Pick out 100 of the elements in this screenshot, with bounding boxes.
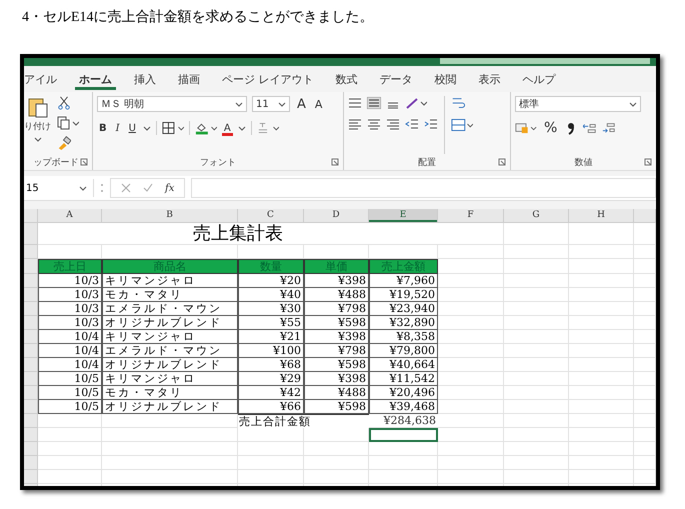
caret-icon[interactable] <box>142 124 151 132</box>
percent-button[interactable]: % <box>542 120 560 136</box>
table-cell: ¥100 <box>238 344 304 358</box>
grid-cell <box>504 372 569 386</box>
column-header[interactable]: F <box>438 209 504 223</box>
table-header-cell: 数量 <box>238 259 304 274</box>
ribbon-tab[interactable]: ページ レイアウト <box>211 68 324 90</box>
ribbon-tab[interactable]: 描画 <box>167 68 211 90</box>
ribbon-tab[interactable]: データ <box>368 68 424 90</box>
table-cell: ¥598 <box>304 400 369 414</box>
table-header-cell: 売上日 <box>38 259 102 274</box>
table-cell: キリマンジャロ <box>102 330 238 344</box>
caret-icon[interactable] <box>629 100 637 108</box>
fill-color-icon[interactable] <box>194 121 217 135</box>
checkmark-icon[interactable] <box>143 183 153 193</box>
table-cell: ¥21 <box>238 330 304 344</box>
italic-button[interactable]: I <box>114 120 122 136</box>
increase-decimal-icon[interactable] <box>583 121 598 135</box>
font-color-button[interactable]: A <box>222 120 233 136</box>
caret-icon[interactable] <box>235 100 243 108</box>
caret-icon[interactable] <box>34 135 42 143</box>
column-header[interactable]: D <box>304 209 369 223</box>
underline-button[interactable]: U <box>126 120 138 136</box>
caret-icon[interactable] <box>79 184 87 192</box>
ribbon-tab[interactable]: アイル <box>24 68 68 90</box>
paintbrush-icon[interactable] <box>57 136 71 150</box>
grid-cell <box>634 245 656 259</box>
orientation-icon[interactable] <box>405 96 427 110</box>
clipboard-icon[interactable] <box>28 96 48 118</box>
launcher-icon[interactable] <box>331 158 339 166</box>
insert-function-button[interactable]: fx <box>165 182 174 194</box>
grow-font-button[interactable]: A <box>295 96 308 112</box>
grid-cell <box>504 316 569 330</box>
grid-cell <box>304 428 369 442</box>
align-right-icon[interactable] <box>386 118 400 130</box>
outdent-icon[interactable] <box>405 118 419 130</box>
column-header[interactable]: E <box>369 209 438 223</box>
scissors-icon[interactable] <box>57 96 71 110</box>
grid-cell <box>634 470 656 484</box>
grid-cell <box>438 358 504 372</box>
grid-cell <box>38 470 102 484</box>
number-format-dropdown[interactable]: 標準 <box>515 96 641 112</box>
formula-input-field[interactable] <box>191 178 656 198</box>
ribbon-tab[interactable]: 挿入 <box>123 68 167 90</box>
merge-cells-icon[interactable] <box>451 118 473 132</box>
grid-cell <box>504 358 569 372</box>
currency-icon[interactable] <box>515 121 537 135</box>
table-cell: エメラルド・マウン <box>102 302 238 316</box>
table-cell: 10/5 <box>38 372 102 386</box>
copy-icon[interactable] <box>57 116 79 130</box>
borders-icon[interactable] <box>162 121 184 135</box>
paste-button[interactable]: り付け <box>24 120 51 133</box>
grid-cell <box>569 414 634 428</box>
grid-cell <box>238 428 304 442</box>
align-center-icon[interactable] <box>367 118 381 130</box>
grid-cell <box>634 330 656 344</box>
launcher-icon[interactable] <box>80 158 88 166</box>
wrap-text-icon[interactable] <box>451 96 465 110</box>
grid-cell <box>504 330 569 344</box>
grid-cell <box>504 400 569 414</box>
table-cell: ¥20,496 <box>369 386 438 400</box>
ribbon-tab[interactable]: 数式 <box>324 68 368 90</box>
ribbon-tab[interactable]: ヘルプ <box>512 68 566 90</box>
search-field[interactable] <box>440 58 650 64</box>
table-cell: ¥798 <box>304 302 369 316</box>
row-header <box>24 400 38 414</box>
grid-cell <box>569 386 634 400</box>
launcher-icon[interactable] <box>644 158 652 166</box>
ribbon-tab[interactable]: 表示 <box>468 68 512 90</box>
grid-cell <box>238 442 304 456</box>
caret-icon[interactable] <box>238 124 246 132</box>
align-middle-icon[interactable] <box>367 97 381 109</box>
grid-cell <box>438 302 504 316</box>
phonetic-icon[interactable] <box>256 121 279 135</box>
launcher-icon[interactable] <box>498 158 506 166</box>
ribbon-tab[interactable]: ホーム <box>75 68 116 90</box>
font-name-dropdown[interactable]: ＭＳ 明朝 <box>97 96 247 112</box>
decrease-decimal-icon[interactable] <box>602 121 616 135</box>
column-header[interactable]: G <box>504 209 569 223</box>
grid-cell <box>504 470 569 484</box>
active-cell[interactable] <box>369 428 438 442</box>
grid-cell <box>634 400 656 414</box>
shrink-font-button[interactable]: A <box>312 96 324 112</box>
indent-icon[interactable] <box>424 118 438 130</box>
column-header[interactable]: H <box>569 209 634 223</box>
grid-cell <box>569 372 634 386</box>
grid-cell <box>438 372 504 386</box>
align-top-icon[interactable] <box>348 97 362 109</box>
column-header[interactable]: B <box>102 209 238 223</box>
column-header[interactable]: C <box>238 209 304 223</box>
ribbon-tab[interactable]: 校閲 <box>424 68 468 90</box>
column-header[interactable]: A <box>38 209 102 223</box>
name-box[interactable]: 15 <box>24 179 94 197</box>
font-size-dropdown[interactable]: 11 <box>252 96 290 112</box>
grid-cell <box>569 302 634 316</box>
table-cell: ¥398 <box>304 274 369 288</box>
bold-button[interactable]: B <box>97 120 109 136</box>
grid-cell <box>304 470 369 484</box>
caret-icon[interactable] <box>278 100 286 108</box>
align-left-icon[interactable] <box>348 118 362 130</box>
